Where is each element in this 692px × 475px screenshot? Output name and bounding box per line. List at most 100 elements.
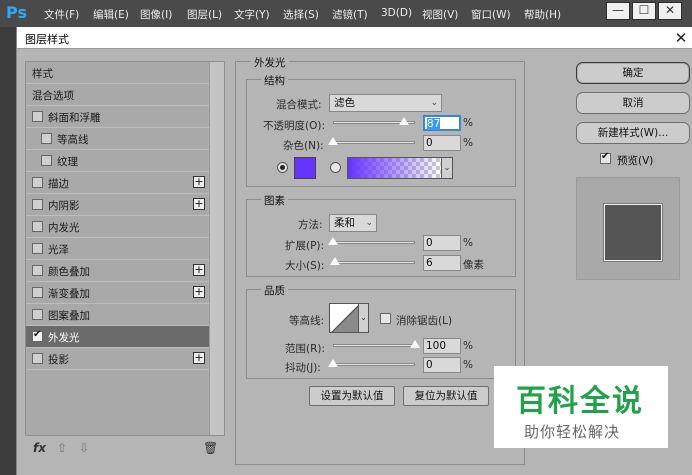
list-item-contour[interactable]: 等高线 [26, 128, 209, 150]
menu-help[interactable]: 帮助(H) [524, 7, 561, 22]
size-slider[interactable] [333, 261, 415, 264]
inner-shadow-checkbox[interactable] [32, 199, 43, 210]
menu-filter[interactable]: 滤镜(T) [332, 7, 368, 22]
app-close-button[interactable]: ✕ [658, 2, 682, 20]
spread-slider[interactable] [333, 241, 415, 244]
noise-slider-thumb[interactable] [327, 137, 339, 146]
opacity-unit: % [463, 117, 473, 129]
menu-window[interactable]: 窗口(W) [471, 7, 511, 22]
add-color-overlay-plus-icon[interactable]: + [193, 264, 205, 276]
new-style-button[interactable]: 新建样式(W)... [576, 122, 690, 144]
method-select[interactable]: 柔和 ⌄ [329, 214, 377, 232]
preview-checkbox[interactable] [600, 151, 611, 164]
contour-label: 等高线: [289, 315, 325, 327]
preview-label: 预览(V) [617, 155, 654, 167]
noise-input[interactable]: 0 [423, 135, 461, 151]
list-item-outer-glow[interactable]: 外发光 [26, 326, 209, 348]
list-item-color-overlay[interactable]: 颜色叠加 + [26, 260, 209, 282]
menu-type[interactable]: 文字(Y) [234, 7, 270, 22]
outer-glow-checkbox[interactable] [32, 329, 43, 342]
list-item-gradient-overlay[interactable]: 渐变叠加 + [26, 282, 209, 304]
menu-file[interactable]: 文件(F) [44, 7, 79, 22]
list-item-label: 纹理 [57, 156, 78, 168]
add-stroke-plus-icon[interactable]: + [193, 176, 205, 188]
size-unit: 像素 [463, 259, 484, 271]
list-item-blend-options[interactable]: 混合选项 [26, 84, 209, 106]
menu-image[interactable]: 图像(I) [140, 7, 172, 22]
minimize-button[interactable]: — [606, 2, 630, 20]
maximize-button[interactable]: ☐ [632, 2, 656, 20]
noise-unit: % [463, 137, 473, 149]
list-item-inner-glow[interactable]: 内发光 [26, 216, 209, 238]
menu-view[interactable]: 视图(V) [422, 7, 458, 22]
list-item-styles[interactable]: 样式 [26, 62, 209, 84]
size-input[interactable]: 6 [423, 255, 461, 271]
move-down-icon[interactable]: ⇩ [79, 441, 89, 455]
solid-color-radio[interactable] [277, 162, 288, 173]
range-input[interactable]: 100 [423, 338, 461, 354]
watermark-subtitle: 助你轻松解决 [524, 423, 621, 441]
add-drop-shadow-plus-icon[interactable]: + [193, 352, 205, 364]
trash-icon[interactable]: 🗑 [203, 441, 218, 455]
range-slider[interactable] [333, 344, 415, 347]
bevel-emboss-checkbox[interactable] [32, 111, 43, 122]
opacity-input[interactable]: 87 [423, 115, 461, 131]
add-inner-shadow-plus-icon[interactable]: + [193, 198, 205, 210]
gradient-overlay-checkbox[interactable] [32, 287, 43, 298]
range-slider-thumb[interactable] [409, 340, 421, 349]
styles-list: 样式 混合选项 斜面和浮雕 等高线 纹理 描边 + 内阴影 + 内发光 光泽 颜… [25, 61, 225, 436]
cancel-button[interactable]: 取消 [576, 92, 690, 114]
menu-edit[interactable]: 编辑(E) [93, 7, 129, 22]
size-slider-thumb[interactable] [328, 257, 341, 266]
list-item-label: 内阴影 [48, 200, 80, 212]
list-item-label: 投影 [48, 354, 69, 366]
jitter-slider-thumb[interactable] [327, 359, 339, 368]
move-up-icon[interactable]: ⇧ [57, 441, 67, 455]
list-item-inner-shadow[interactable]: 内阴影 + [26, 194, 209, 216]
list-item-pattern-overlay[interactable]: 图案叠加 [26, 304, 209, 326]
satin-checkbox[interactable] [32, 243, 43, 254]
stroke-checkbox[interactable] [32, 177, 43, 188]
size-value: 6 [426, 257, 433, 269]
fx-icon[interactable]: fx [33, 441, 46, 455]
outer-glow-title: 外发光 [251, 55, 289, 70]
spread-slider-thumb[interactable] [327, 237, 339, 246]
noise-slider[interactable] [333, 141, 415, 144]
inner-glow-checkbox[interactable] [32, 221, 43, 232]
list-item-stroke[interactable]: 描边 + [26, 172, 209, 194]
list-item-label: 等高线 [57, 134, 89, 146]
drop-shadow-checkbox[interactable] [32, 353, 43, 364]
jitter-slider[interactable] [333, 363, 415, 366]
dialog-close-icon[interactable]: ✕ [671, 28, 691, 48]
pattern-overlay-checkbox[interactable] [32, 309, 43, 320]
texture-checkbox[interactable] [41, 155, 52, 166]
list-item-texture[interactable]: 纹理 [26, 150, 209, 172]
glow-color-swatch[interactable] [294, 157, 316, 179]
menu-3d[interactable]: 3D(D) [381, 7, 412, 19]
jitter-input[interactable]: 0 [423, 357, 461, 373]
menu-select[interactable]: 选择(S) [283, 7, 319, 22]
styles-list-scrollbar[interactable] [209, 62, 224, 435]
color-overlay-checkbox[interactable] [32, 265, 43, 276]
list-item-satin[interactable]: 光泽 [26, 238, 209, 260]
contour-picker[interactable] [329, 303, 359, 333]
contour-chevron-down-icon[interactable]: ⌄ [359, 303, 369, 333]
gradient-radio[interactable] [330, 162, 341, 173]
blend-mode-select[interactable]: 滤色 ⌄ [329, 94, 442, 112]
gradient-dropdown-chevron-down-icon[interactable]: ⌄ [441, 157, 453, 179]
opacity-slider-thumb[interactable] [398, 117, 411, 126]
blend-mode-value: 滤色 [334, 97, 355, 109]
ok-button[interactable]: 确定 [576, 62, 690, 84]
add-gradient-overlay-plus-icon[interactable]: + [193, 286, 205, 298]
contour-checkbox[interactable] [41, 133, 52, 144]
make-default-button[interactable]: 设置为默认值 [309, 386, 395, 406]
quality-title: 品质 [261, 283, 288, 298]
glow-gradient-preview[interactable] [347, 157, 442, 179]
spread-input[interactable]: 0 [423, 235, 461, 251]
watermark-title: 百科全说 [516, 384, 644, 419]
list-item-drop-shadow[interactable]: 投影 + [26, 348, 209, 370]
list-item-bevel-emboss[interactable]: 斜面和浮雕 [26, 106, 209, 128]
antialias-checkbox[interactable] [380, 313, 391, 324]
reset-default-button[interactable]: 复位为默认值 [403, 386, 489, 406]
menu-layer[interactable]: 图层(L) [187, 7, 222, 22]
